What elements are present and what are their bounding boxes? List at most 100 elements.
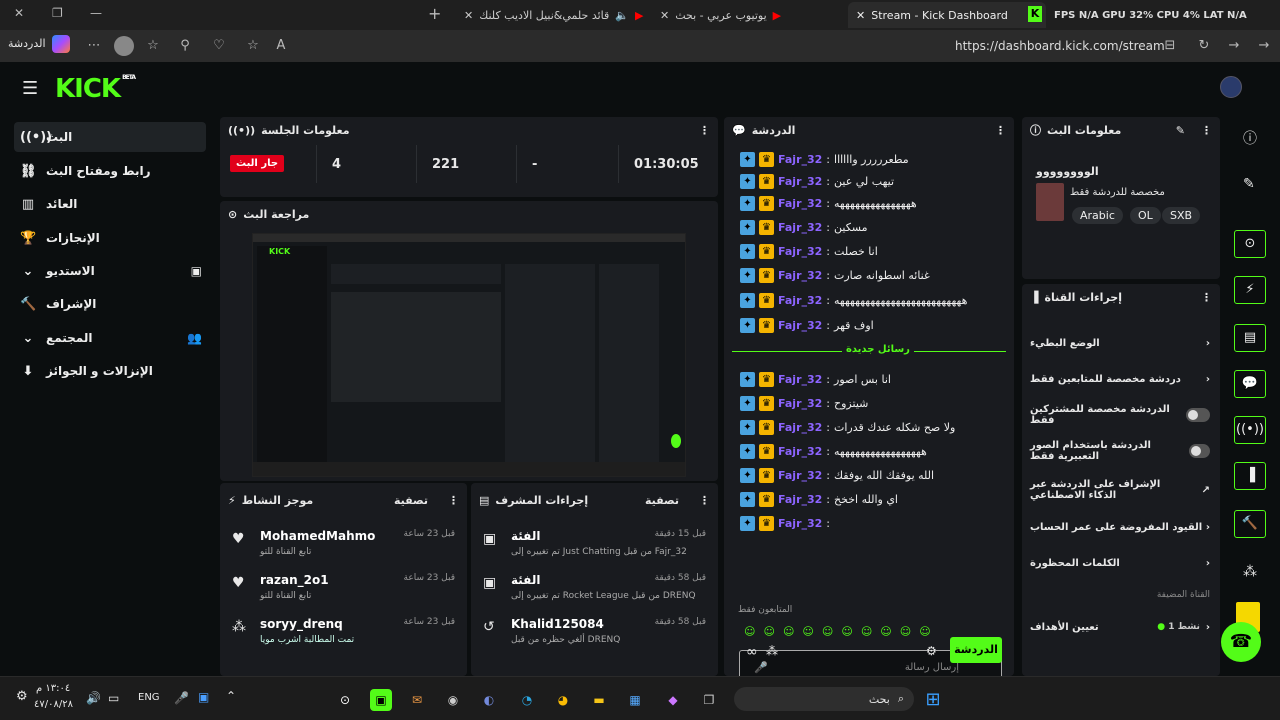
emote-only-toggle[interactable] — [1188, 444, 1210, 458]
close-tab-icon[interactable]: ✕ — [660, 9, 669, 22]
kick-app-icon[interactable]: ▣ — [370, 689, 392, 711]
channel-action-banned-words[interactable]: الكلمات المحظورة › — [1030, 552, 1210, 574]
channel-action-followers-only[interactable]: دردشة مخصصة للمتابعين فقط › — [1030, 368, 1210, 390]
app-icon[interactable]: ⊙ — [334, 689, 356, 711]
back-icon[interactable]: → — [1226, 38, 1242, 54]
hamburger-menu-icon[interactable]: ☰ — [22, 78, 38, 99]
sidebar-item-drops[interactable]: ⬇ الإنزالات و الجوائز — [14, 356, 206, 386]
activity-toggle-icon[interactable]: ⚡ — [1234, 276, 1266, 304]
language-indicator[interactable]: ENG — [138, 692, 160, 703]
chat-username[interactable]: Fajr_32 — [778, 245, 822, 258]
mod-actions-toggle-icon[interactable]: ▤ — [1234, 324, 1266, 352]
channel-action-goals[interactable]: تعيين الأهداف ● نشط 1 › — [1030, 616, 1210, 638]
emote-icon[interactable]: ☺ — [802, 625, 813, 643]
network-icon[interactable]: ▣ — [198, 690, 209, 704]
preview-toggle-icon[interactable]: ⊙ — [1234, 230, 1266, 258]
emote-icon[interactable]: ☺ — [783, 625, 794, 643]
edit-icon[interactable]: ✎ — [1176, 124, 1185, 137]
chat-username[interactable]: Fajr_32 — [778, 221, 822, 234]
new-tab-icon[interactable]: + — [428, 4, 441, 23]
sidebar-item-community[interactable]: ⌄ المجتمع 👥 — [14, 323, 206, 353]
minimize-window-icon[interactable]: — — [90, 6, 102, 20]
chat-username[interactable]: Fajr_32 — [778, 493, 822, 506]
chat-username[interactable]: Fajr_32 — [778, 294, 822, 307]
close-tab-icon[interactable]: ✕ — [856, 9, 865, 22]
chat-mode-icon[interactable]: ∞ — [746, 644, 758, 660]
emote-icon[interactable]: ☺ — [880, 625, 891, 643]
moderation-toggle-icon[interactable]: 🔨 — [1234, 510, 1266, 538]
emote-icon[interactable]: ☺ — [861, 625, 872, 643]
edit-icon[interactable]: ✎ — [1243, 176, 1255, 192]
support-icon[interactable]: ☎ — [1221, 622, 1261, 662]
more-options-icon[interactable]: ⋮ — [995, 124, 1006, 137]
more-options-icon[interactable]: ⋮ — [448, 494, 459, 507]
url-field[interactable]: https://dashboard.kick.com/stream — [955, 36, 1165, 56]
add-favorite-icon[interactable]: ☆ — [245, 38, 261, 54]
sidebar-item-moderation[interactable]: 🔨 الإشراف — [14, 289, 206, 319]
discord-icon[interactable]: ◐ — [478, 689, 500, 711]
copilot-icon[interactable]: ◆ — [662, 689, 684, 711]
sidebar-item-achievements[interactable]: 🏆 الإنجازات — [14, 223, 206, 253]
channel-action-subscribers-only[interactable]: الدردشة مخصصة للمشتركين فقط — [1030, 404, 1210, 426]
more-options-icon[interactable]: ⋮ — [699, 124, 710, 137]
chat-username[interactable]: Fajr_32 — [778, 469, 822, 482]
info-icon[interactable]: ⓘ — [1243, 128, 1257, 148]
search-box[interactable]: بحث ⌕ — [734, 687, 914, 711]
mail-icon[interactable]: ✉ — [406, 689, 428, 711]
tab-quran[interactable]: ✕ قائد حلمي&نبيل الاديب كلنك 🔈 ▶ — [456, 2, 646, 28]
channel-action-emote-only[interactable]: الدردشة باستخدام الصور التعبيرية فقط — [1030, 440, 1210, 462]
live-toggle-icon[interactable]: ((•)) — [1234, 416, 1266, 444]
chevron-up-icon[interactable]: ⌃ — [226, 689, 236, 703]
filter-button[interactable]: تصفية — [645, 494, 679, 507]
channel-action-ai-moderation[interactable]: الإشراف على الدردشة عبر الذكاء الاصطناعي… — [1030, 474, 1210, 506]
apps-icon[interactable]: ⁂ — [1243, 564, 1257, 580]
clock-date[interactable]: ٤٧/٠٨/٢٨ — [34, 699, 73, 710]
channel-toggle-icon[interactable]: ▐ — [1234, 462, 1266, 490]
chat-toggle-icon[interactable]: 💬 — [1234, 370, 1266, 398]
stream-video-preview[interactable]: KICK — [252, 233, 686, 477]
tab-youtube-search[interactable]: ✕ يوتيوب عربي - بحث ▶ — [652, 2, 842, 28]
clock-time[interactable]: ١٣:٠٤ م — [36, 683, 70, 694]
chat-username[interactable]: Fajr_32 — [778, 197, 822, 210]
edge-icon[interactable]: ◔ — [516, 689, 538, 711]
emote-icon[interactable]: ☺ — [900, 625, 911, 643]
kick-logo[interactable]: KICK BETA — [55, 74, 136, 104]
favorites-icon[interactable]: ☆ — [145, 38, 161, 54]
filter-button[interactable]: تصفية — [394, 494, 428, 507]
windows-start-icon[interactable]: ⊞ — [922, 689, 944, 711]
mute-icon[interactable]: 🔈 — [615, 9, 629, 22]
close-window-icon[interactable]: ✕ — [14, 6, 24, 20]
browser-essentials-icon[interactable]: ♡ — [211, 38, 227, 54]
settings-icon[interactable]: ⚙ — [16, 689, 28, 704]
emote-icon[interactable]: ☺ — [744, 625, 755, 643]
folder-icon[interactable]: ▬ — [588, 689, 610, 711]
channel-action-account-age[interactable]: القيود المفروضة على عمر الحساب › — [1030, 516, 1210, 538]
subscribers-only-toggle[interactable] — [1185, 408, 1210, 422]
avatar[interactable] — [114, 36, 134, 56]
volume-icon[interactable]: 🔊 — [86, 691, 101, 705]
more-icon[interactable]: ⋯ — [86, 38, 102, 54]
display-icon[interactable]: ▭ — [108, 691, 119, 705]
sidebar-item-revenue[interactable]: ▥ العائد — [14, 189, 206, 219]
profile-avatar[interactable] — [1220, 76, 1242, 98]
tab-kick-dashboard[interactable]: ✕ Stream - Kick Dashboard — [848, 2, 1046, 28]
more-options-icon[interactable]: ⋮ — [699, 494, 710, 507]
profile-chat-label[interactable]: الدردشة — [8, 37, 46, 50]
read-aloud-icon[interactable]: A — [273, 38, 289, 54]
steam-icon[interactable]: ◉ — [442, 689, 464, 711]
chat-username[interactable]: Fajr_32 — [778, 175, 822, 188]
forward-icon[interactable]: → — [1256, 38, 1272, 54]
sidebar-item-studio[interactable]: ⌄ الاستديو ▣ — [14, 256, 206, 286]
more-options-icon[interactable]: ⋮ — [1201, 291, 1212, 304]
chat-username[interactable]: Fajr_32 — [778, 445, 822, 458]
gear-icon[interactable]: ⚙ — [926, 644, 937, 658]
emote-icon[interactable]: ☺ — [763, 625, 774, 643]
sidebar-item-stream-key[interactable]: ⛓ رابط ومفتاح البث — [14, 156, 206, 186]
refresh-icon[interactable]: ↻ — [1196, 38, 1212, 54]
chat-username[interactable]: Fajr_32 — [778, 517, 822, 530]
site-info-icon[interactable]: ⊟ — [1162, 38, 1178, 54]
send-chat-button[interactable]: الدردشة — [950, 637, 1002, 663]
chat-username[interactable]: Fajr_32 — [778, 153, 822, 166]
chat-username[interactable]: Fajr_32 — [778, 269, 822, 282]
chrome-icon[interactable]: ◕ — [552, 689, 574, 711]
